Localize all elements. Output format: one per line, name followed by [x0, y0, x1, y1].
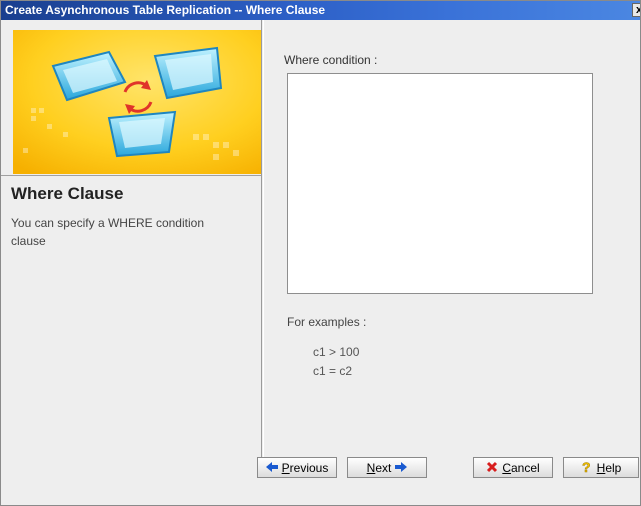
step-title: Where Clause — [11, 184, 124, 203]
previous-mnemonic: P — [281, 460, 290, 475]
example-line: c1 = c2 — [313, 364, 353, 378]
previous-label: Previous — [282, 461, 329, 475]
previous-button[interactable]: Previous — [257, 457, 337, 478]
where-condition-label: Where condition : — [284, 53, 378, 67]
next-rest: ext — [375, 460, 392, 475]
banner-image — [13, 30, 261, 174]
help-button[interactable]: ? Help — [563, 457, 639, 478]
help-question-icon: ? — [581, 458, 593, 476]
svg-text:?: ? — [582, 460, 591, 474]
help-label: Help — [597, 461, 622, 475]
replication-illustration-icon — [13, 30, 261, 174]
cancel-label: Cancel — [502, 461, 539, 475]
title-bar[interactable]: Create Asynchronous Table Replication --… — [1, 1, 640, 20]
step-description: You can specify a WHERE condition clause — [11, 216, 204, 248]
examples-label: For examples : — [287, 315, 367, 329]
wizard-content: Where condition : For examples : c1 > 10… — [264, 20, 640, 460]
panel-divider — [261, 20, 262, 460]
previous-rest: revious — [289, 460, 329, 475]
cancel-x-icon — [486, 461, 498, 475]
close-button[interactable]: x — [632, 3, 640, 17]
arrow-right-icon — [395, 461, 408, 474]
window-title: Create Asynchronous Table Replication --… — [5, 3, 326, 17]
next-button[interactable]: Next — [347, 457, 427, 478]
example-line: c1 > 100 — [313, 345, 360, 359]
close-icon[interactable]: x — [636, 4, 640, 16]
cancel-mnemonic: C — [502, 460, 511, 475]
next-label: Next — [367, 461, 392, 475]
cancel-button[interactable]: Cancel — [473, 457, 553, 478]
help-rest: elp — [605, 460, 622, 475]
banner-divider — [1, 175, 261, 176]
arrow-left-icon — [265, 461, 278, 474]
where-condition-input[interactable] — [287, 73, 593, 294]
cancel-rest: ancel — [510, 460, 540, 475]
wizard-side-panel: Where Clause You can specify a WHERE con… — [1, 20, 261, 505]
dialog-window: Create Asynchronous Table Replication --… — [0, 0, 641, 506]
